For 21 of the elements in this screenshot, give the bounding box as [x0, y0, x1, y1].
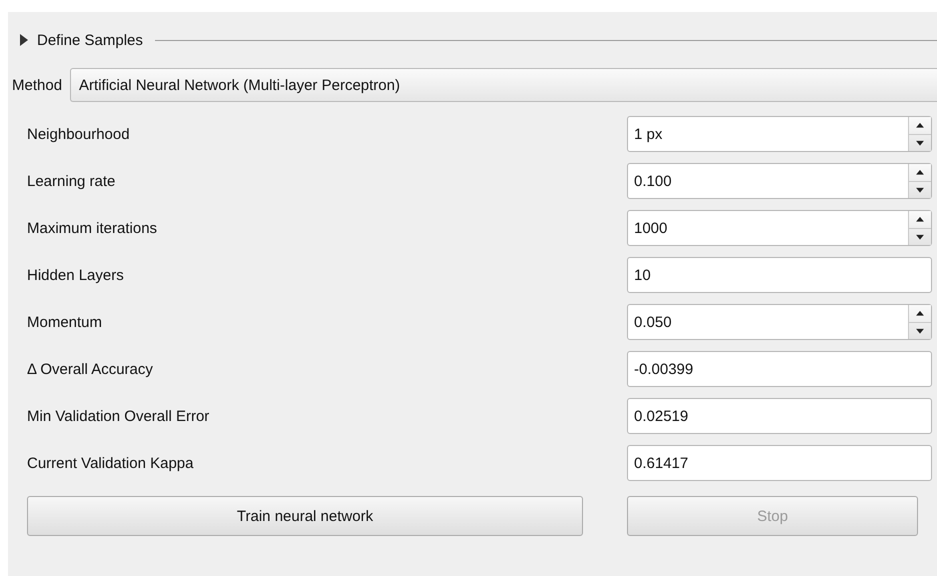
field-label: Learning rate — [27, 172, 116, 190]
spin-box[interactable]: 1000 — [627, 210, 932, 246]
method-label: Method — [12, 76, 62, 94]
field-label: Δ Overall Accuracy — [27, 360, 154, 378]
input-field[interactable]: 0.61417 — [627, 445, 932, 481]
input-field[interactable]: -0.00399 — [627, 351, 932, 387]
input-field[interactable]: 0.02519 — [627, 398, 932, 434]
spin-box[interactable]: 0.050 — [627, 304, 932, 340]
field-label: Momentum — [27, 314, 104, 330]
group-title: Define Samples — [37, 32, 143, 48]
spin-box[interactable]: 1 px — [627, 116, 932, 152]
field-label: Hidden Layers — [27, 266, 125, 284]
input-field[interactable]: 10 — [627, 257, 932, 293]
caret-right-icon[interactable] — [19, 34, 29, 46]
field-label: Min Validation Overall Error — [27, 408, 210, 424]
field-label: Maximum iterations — [27, 220, 158, 236]
field-label: Current Validation Kappa — [27, 454, 194, 472]
method-dropdown[interactable]: Artificial Neural Network (Multi-layer Perceptron) — [70, 68, 937, 102]
field-label: Neighbourhood — [27, 126, 131, 142]
train-button[interactable]: Train neural network — [27, 496, 583, 536]
spin-box[interactable]: 0.100 — [627, 163, 932, 199]
